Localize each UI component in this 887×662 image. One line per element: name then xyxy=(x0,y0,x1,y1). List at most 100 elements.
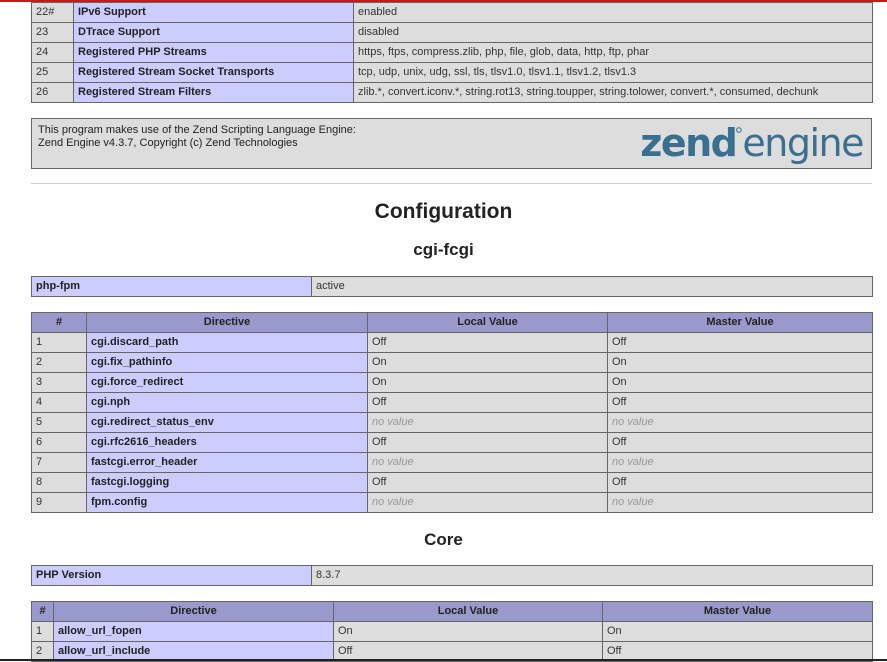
row-number: 4 xyxy=(31,392,87,413)
master-value: no value xyxy=(607,452,873,473)
master-value: no value xyxy=(607,492,873,513)
master-value: Off xyxy=(607,332,873,353)
table-row: 26 Registered Stream Filters zlib.*, conve… xyxy=(31,82,873,103)
directive-name: cgi.discard_path xyxy=(86,332,368,353)
zend-notice-line2: Zend Engine v4.3.7, Copyright (c) Zend T… xyxy=(38,137,298,149)
table-row: php-fpm active xyxy=(31,276,873,297)
column-header-master-value: Master Value xyxy=(607,312,873,333)
master-value: Off xyxy=(607,472,873,493)
setting-name: Registered Stream Socket Transports xyxy=(73,62,354,83)
column-header-number: # xyxy=(31,601,54,622)
general-info-table: 22# IPv6 Support enabled 23 DTrace Support di… xyxy=(31,2,873,103)
master-value: no value xyxy=(607,412,873,433)
setting-value: https, ftps, compress.zlib, php, file, g… xyxy=(353,42,873,63)
setting-value: zlib.*, convert.iconv.*, string.rot13, s… xyxy=(353,82,873,103)
setting-name: Registered PHP Streams xyxy=(73,42,354,63)
table-row: 8 fastcgi.logging Off Off xyxy=(31,472,873,493)
directive-name: fastcgi.error_header xyxy=(86,452,368,473)
directive-name: fpm.config xyxy=(86,492,368,513)
row-number: 2 xyxy=(31,352,87,373)
zend-notice-line1: This program makes use of the Zend Scrip… xyxy=(38,124,356,136)
setting-value: enabled xyxy=(353,2,873,23)
master-value: On xyxy=(607,372,873,393)
zend-engine-banner: This program makes use of the Zend Scrip… xyxy=(31,118,872,169)
column-header-local-value: Local Value xyxy=(367,312,608,333)
row-number: 8 xyxy=(31,472,87,493)
setting-value: disabled xyxy=(353,22,873,43)
table-row: 5 cgi.redirect_status_env no value no value xyxy=(31,412,873,433)
master-value: On xyxy=(607,352,873,373)
info-value: active xyxy=(311,276,873,297)
local-value: Off xyxy=(367,392,608,413)
row-number: 5 xyxy=(31,412,87,433)
local-value: Off xyxy=(367,472,608,493)
zend-engine-logo[interactable]: zend engine xyxy=(635,121,865,165)
local-value: On xyxy=(367,372,608,393)
setting-value: tcp, udp, unix, udg, ssl, tls, tlsv1.0, … xyxy=(353,62,873,83)
column-header-directive: Directive xyxy=(53,601,334,622)
row-number: 9 xyxy=(31,492,87,513)
column-header-local-value: Local Value xyxy=(333,601,603,622)
directive-name: cgi.rfc2616_headers xyxy=(86,432,368,453)
row-number: 6 xyxy=(31,432,87,453)
table-row: 1 cgi.discard_path Off Off xyxy=(31,332,873,353)
row-number: 25 xyxy=(31,62,74,83)
column-header-directive: Directive xyxy=(86,312,368,333)
table-row: 22# IPv6 Support enabled xyxy=(31,2,873,23)
local-value: Off xyxy=(367,432,608,453)
row-number: 3 xyxy=(31,372,87,393)
info-key: php-fpm xyxy=(31,276,312,297)
column-header-number: # xyxy=(31,312,87,333)
table-row: 23 DTrace Support disabled xyxy=(31,22,873,43)
table-header-row: # Directive Local Value Master Value xyxy=(31,312,873,333)
table-row: 4 cgi.nph Off Off xyxy=(31,392,873,413)
directive-name: allow_url_fopen xyxy=(53,621,334,642)
table-row: 1 allow_url_fopen On On xyxy=(31,621,873,642)
table-row: 7 fastcgi.error_header no value no value xyxy=(31,452,873,473)
table-row: 9 fpm.config no value no value xyxy=(31,492,873,513)
directive-name: fastcgi.logging xyxy=(86,472,368,493)
setting-name: Registered Stream Filters xyxy=(73,82,354,103)
directive-name: cgi.redirect_status_env xyxy=(86,412,368,433)
master-value: Off xyxy=(607,432,873,453)
configuration-heading: Configuration xyxy=(374,200,513,223)
table-row: 6 cgi.rfc2616_headers Off Off xyxy=(31,432,873,453)
local-value: On xyxy=(367,352,608,373)
setting-name: IPv6 Support xyxy=(73,2,354,23)
row-number: 7 xyxy=(31,452,87,473)
local-value: Off xyxy=(367,332,608,353)
table-row: 24 Registered PHP Streams https, ftps, com… xyxy=(31,42,873,63)
table-row: PHP Version 8.3.7 xyxy=(31,565,873,586)
row-number: 23 xyxy=(31,22,74,43)
core-info-table: PHP Version 8.3.7 xyxy=(31,565,873,586)
local-value: On xyxy=(333,621,603,642)
row-number: 26 xyxy=(31,82,74,103)
row-number: 1 xyxy=(31,621,54,642)
setting-name: DTrace Support xyxy=(73,22,354,43)
section-heading-cgi-fcgi: cgi-fcgi xyxy=(413,240,474,259)
row-number: 1 xyxy=(31,332,87,353)
directive-name: cgi.fix_pathinfo xyxy=(86,352,368,373)
zend-notice: This program makes use of the Zend Scrip… xyxy=(38,124,356,150)
directive-name: cgi.nph xyxy=(86,392,368,413)
divider xyxy=(31,183,872,184)
table-row: 25 Registered Stream Socket Transports tcp… xyxy=(31,62,873,83)
local-value: no value xyxy=(367,492,608,513)
core-directives-table: # Directive Local Value Master Value 1 al… xyxy=(31,601,873,662)
local-value: no value xyxy=(367,452,608,473)
table-header-row: # Directive Local Value Master Value xyxy=(31,601,873,622)
svg-text:zendengine: zend engine xyxy=(640,121,863,165)
master-value: Off xyxy=(607,392,873,413)
local-value: no value xyxy=(367,412,608,433)
column-header-master-value: Master Value xyxy=(602,601,873,622)
cgi-fcgi-info-table: php-fpm active xyxy=(31,276,873,297)
directive-name: cgi.force_redirect xyxy=(86,372,368,393)
row-number: 22# xyxy=(31,2,74,23)
info-key: PHP Version xyxy=(31,565,312,586)
table-row: 2 cgi.fix_pathinfo On On xyxy=(31,352,873,373)
table-row: 3 cgi.force_redirect On On xyxy=(31,372,873,393)
cgi-fcgi-directives-table: # Directive Local Value Master Value 1 cg… xyxy=(31,312,873,513)
section-heading-core: Core xyxy=(424,530,463,549)
row-number: 24 xyxy=(31,42,74,63)
info-value: 8.3.7 xyxy=(311,565,873,586)
